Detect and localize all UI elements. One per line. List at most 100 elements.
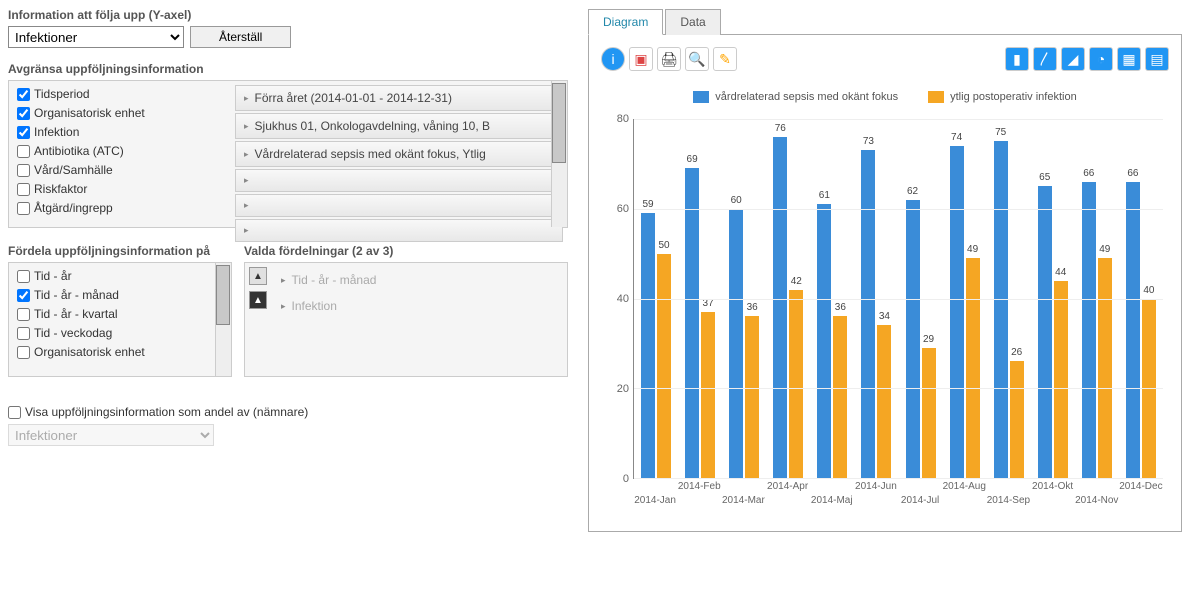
- info-icon[interactable]: i: [601, 47, 625, 71]
- bar[interactable]: 73: [861, 150, 875, 478]
- bar[interactable]: 26: [1010, 361, 1024, 478]
- bar[interactable]: 62: [906, 200, 920, 478]
- tab-data[interactable]: Data: [665, 9, 720, 35]
- bar[interactable]: 65: [1038, 186, 1052, 478]
- bar-value-label: 26: [1011, 347, 1022, 358]
- tab-diagram[interactable]: Diagram: [588, 9, 663, 35]
- dist-checkbox[interactable]: [17, 289, 30, 302]
- piechart-icon[interactable]: ◔: [1089, 47, 1113, 71]
- dist-checkbox[interactable]: [17, 270, 30, 283]
- bar[interactable]: 74: [950, 146, 964, 478]
- share-checkbox[interactable]: [8, 406, 21, 419]
- bar-value-label: 50: [658, 240, 669, 251]
- chevron-right-icon: ▸: [244, 149, 249, 160]
- dist-scrollbar[interactable]: [215, 263, 231, 376]
- bar-value-label: 62: [907, 186, 918, 197]
- filter-value-text: Förra året (2014-01-01 - 2014-12-31): [255, 91, 452, 105]
- powerpoint-icon[interactable]: ▣: [629, 47, 653, 71]
- dist-check-label: Tid - år - kvartal: [34, 307, 118, 321]
- bar[interactable]: 60: [729, 209, 743, 478]
- filter-checkbox[interactable]: [17, 126, 30, 139]
- y-tick-label: 60: [617, 203, 629, 215]
- bar-value-label: 66: [1127, 168, 1138, 179]
- bar[interactable]: 49: [1098, 258, 1112, 478]
- filter-value-text: Vårdrelaterad sepsis med okänt fokus, Yt…: [255, 147, 486, 161]
- bar-value-label: 49: [1099, 244, 1110, 255]
- bar[interactable]: 66: [1126, 182, 1140, 478]
- y-tick-label: 80: [617, 113, 629, 125]
- dist-checkbox[interactable]: [17, 327, 30, 340]
- zoom-icon[interactable]: 🔍: [685, 47, 709, 71]
- chevron-right-icon: ▸: [244, 121, 249, 132]
- gridchart-icon[interactable]: ▤: [1145, 47, 1169, 71]
- filter-value-text: Sjukhus 01, Onkologavdelning, våning 10,…: [255, 119, 491, 133]
- bar[interactable]: 75: [994, 141, 1008, 478]
- filter-value-item[interactable]: ▸ Sjukhus 01, Onkologavdelning, våning 10…: [235, 113, 563, 139]
- dist-check-row: Tid - veckodag: [17, 326, 223, 340]
- legend-swatch: [928, 91, 944, 103]
- filter-value-item[interactable]: ▸: [235, 194, 563, 217]
- print-icon[interactable]: 🖨: [657, 47, 681, 71]
- move-down-button[interactable]: ▲: [249, 291, 267, 309]
- bar[interactable]: 76: [773, 137, 787, 478]
- bar-value-label: 49: [967, 244, 978, 255]
- filter-value-item[interactable]: ▸: [235, 219, 563, 242]
- filter-checkbox[interactable]: [17, 164, 30, 177]
- bar[interactable]: 61: [817, 204, 831, 478]
- bar-value-label: 44: [1055, 267, 1066, 278]
- dist-checkbox[interactable]: [17, 308, 30, 321]
- legend-item: vårdrelaterad sepsis med okänt fokus: [693, 91, 898, 103]
- areachart-icon[interactable]: ◢: [1061, 47, 1085, 71]
- x-tick-label: 2014-Sep: [987, 495, 1030, 506]
- bar-value-label: 60: [731, 195, 742, 206]
- chevron-right-icon: ▸: [244, 93, 249, 104]
- x-tick-label: 2014-Maj: [811, 495, 853, 506]
- filter-check-label: Åtgärd/ingrepp: [34, 201, 113, 215]
- filter-check-row: Vård/Samhälle: [17, 163, 223, 177]
- filter-checkbox[interactable]: [17, 145, 30, 158]
- bar[interactable]: 44: [1054, 281, 1068, 478]
- filter-checkbox[interactable]: [17, 107, 30, 120]
- filter-checkbox[interactable]: [17, 183, 30, 196]
- bar[interactable]: 49: [966, 258, 980, 478]
- filter-check-label: Infektion: [34, 125, 79, 139]
- note-icon[interactable]: ✎: [713, 47, 737, 71]
- bar[interactable]: 66: [1082, 182, 1096, 478]
- bar-value-label: 76: [775, 123, 786, 134]
- filter-check-label: Vård/Samhälle: [34, 163, 113, 177]
- bar[interactable]: 37: [701, 312, 715, 478]
- filter-scrollbar[interactable]: [551, 81, 567, 227]
- dist-checkbox[interactable]: [17, 346, 30, 359]
- chevron-right-icon: ▸: [244, 200, 249, 211]
- filter-check-row: Antibiotika (ATC): [17, 144, 223, 158]
- bar[interactable]: 59: [641, 213, 655, 478]
- selected-item[interactable]: ▸Infektion: [273, 293, 563, 319]
- bar[interactable]: 69: [685, 168, 699, 478]
- stackedchart-icon[interactable]: ▦: [1117, 47, 1141, 71]
- bar[interactable]: 34: [877, 325, 891, 478]
- filter-checkbox[interactable]: [17, 88, 30, 101]
- filter-value-item[interactable]: ▸: [235, 169, 563, 192]
- barchart-icon[interactable]: ▮: [1005, 47, 1029, 71]
- linechart-icon[interactable]: 〳: [1033, 47, 1057, 71]
- bar[interactable]: 36: [833, 316, 847, 478]
- bar[interactable]: 29: [922, 348, 936, 478]
- reset-button[interactable]: Återställ: [190, 26, 291, 48]
- bar-value-label: 75: [995, 127, 1006, 138]
- bar[interactable]: 50: [657, 254, 671, 478]
- bar-value-label: 69: [687, 154, 698, 165]
- filter-checkbox[interactable]: [17, 202, 30, 215]
- selected-item[interactable]: ▸Tid - år - månad: [273, 267, 563, 293]
- bar-value-label: 37: [703, 298, 714, 309]
- bar[interactable]: 42: [789, 290, 803, 478]
- x-tick-label: 2014-Jul: [901, 495, 939, 506]
- y-tick-label: 0: [623, 473, 629, 485]
- filter-value-item[interactable]: ▸ Vårdrelaterad sepsis med okänt fokus, Y…: [235, 141, 563, 167]
- selected-title: Valda fördelningar (2 av 3): [244, 244, 568, 258]
- move-up-button[interactable]: ▲: [249, 267, 267, 285]
- bar[interactable]: 36: [745, 316, 759, 478]
- y-tick-label: 20: [617, 383, 629, 395]
- yaxis-select[interactable]: Infektioner: [8, 26, 184, 48]
- filter-value-item[interactable]: ▸ Förra året (2014-01-01 - 2014-12-31): [235, 85, 563, 111]
- legend-item: ytlig postoperativ infektion: [928, 91, 1077, 103]
